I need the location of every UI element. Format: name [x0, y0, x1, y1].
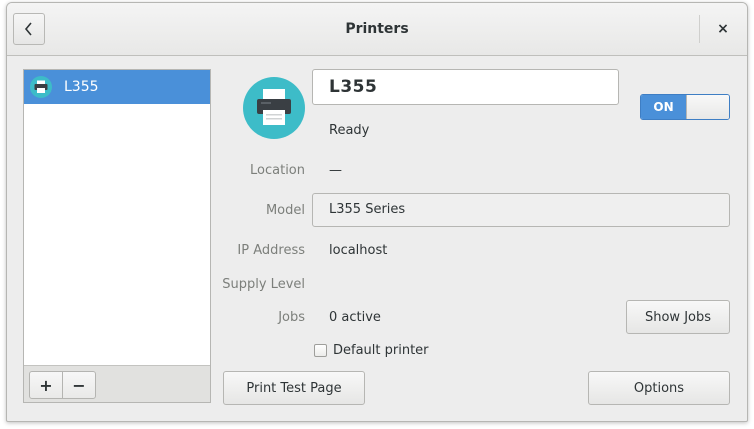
window-title: Printers [345, 21, 409, 37]
ip-address-value: localhost [329, 243, 388, 258]
remove-printer-button[interactable]: − [62, 372, 95, 398]
printer-name-field[interactable]: L355 [312, 69, 619, 105]
switch-knob[interactable] [686, 95, 729, 119]
add-remove-group: + − [29, 371, 96, 399]
close-button[interactable]: × [707, 13, 739, 45]
printer-list-item[interactable]: L355 [24, 70, 210, 104]
location-label: Location [250, 163, 305, 178]
model-value[interactable]: L355 Series [312, 193, 730, 227]
printer-status: Ready [329, 123, 370, 138]
default-printer-label: Default printer [333, 343, 429, 358]
printer-enabled-switch[interactable]: ON [640, 94, 730, 120]
location-value[interactable]: — [329, 163, 342, 178]
printer-large-icon [243, 77, 305, 139]
default-printer-checkbox[interactable] [314, 344, 327, 357]
jobs-value: 0 active [329, 310, 381, 325]
add-printer-button[interactable]: + [30, 372, 62, 398]
printer-list-item-label: L355 [64, 79, 99, 95]
show-jobs-button[interactable]: Show Jobs [626, 300, 730, 334]
printer-list: L355 + − [23, 69, 211, 403]
supply-level-label: Supply Level [222, 277, 305, 292]
minus-icon: − [72, 375, 86, 395]
options-button[interactable]: Options [588, 371, 730, 405]
printer-list-toolbar: + − [24, 365, 210, 402]
printer-icon [30, 76, 52, 98]
model-label: Model [265, 203, 305, 218]
jobs-label: Jobs [278, 310, 305, 325]
options-label: Options [633, 380, 685, 396]
print-test-page-label: Print Test Page [246, 380, 342, 396]
ip-address-label: IP Address [237, 243, 305, 258]
show-jobs-label: Show Jobs [644, 309, 712, 325]
headerbar: Printers × [7, 3, 747, 56]
default-printer-option[interactable]: Default printer [314, 343, 429, 358]
headerbar-separator [699, 15, 700, 43]
printers-window: Printers × L355 + − L355 Ready ON Locati… [6, 2, 748, 422]
plus-icon: + [39, 375, 53, 395]
close-icon: × [717, 21, 729, 37]
print-test-page-button[interactable]: Print Test Page [223, 371, 365, 405]
switch-on-label: ON [641, 95, 686, 119]
